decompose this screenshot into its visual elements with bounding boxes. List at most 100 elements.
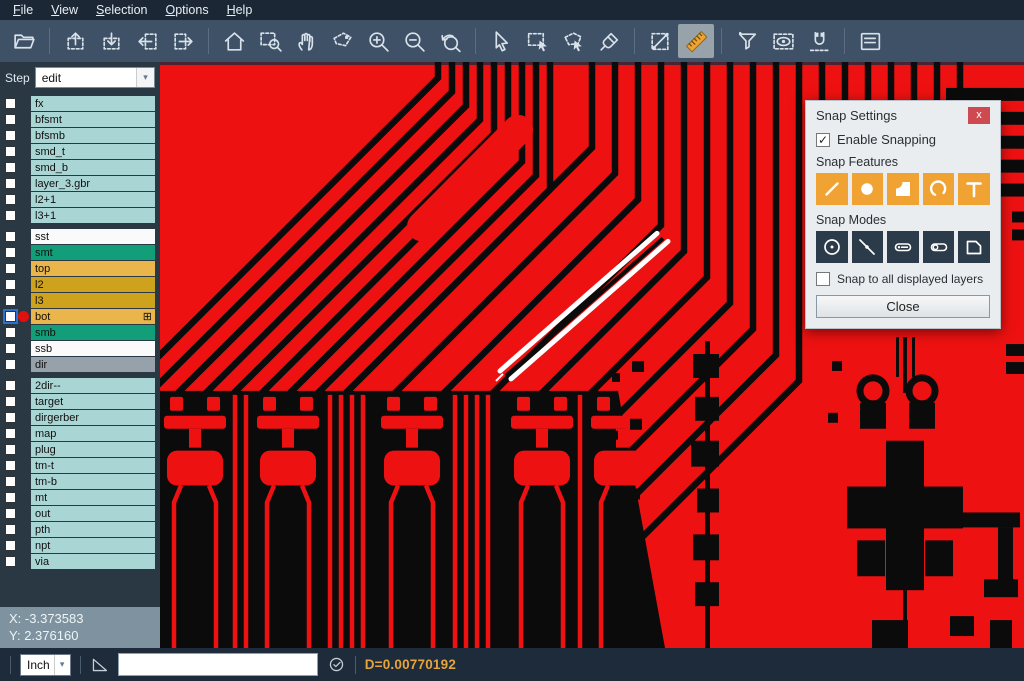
view-options-button[interactable] — [765, 24, 801, 58]
snap-feature-text-button[interactable] — [958, 173, 990, 205]
layer-label[interactable]: smd_t — [31, 144, 155, 159]
layer-label[interactable]: layer_3.gbr — [31, 176, 155, 191]
home-view-button[interactable] — [216, 24, 252, 58]
layer-row-out[interactable]: out — [0, 506, 160, 521]
layer-form-button[interactable] — [852, 24, 888, 58]
layer-label[interactable]: out — [31, 506, 155, 521]
snap-feature-line-button[interactable] — [816, 173, 848, 205]
layer-visibility-checkbox[interactable] — [5, 279, 16, 290]
layer-label[interactable]: via — [31, 554, 155, 569]
layer-visibility-checkbox[interactable] — [5, 380, 16, 391]
layer-row-l3+1[interactable]: l3+1 — [0, 208, 160, 223]
layer-visibility-checkbox[interactable] — [5, 540, 16, 551]
layer-row-bfsmb[interactable]: bfsmb — [0, 128, 160, 143]
layer-visibility-checkbox[interactable] — [5, 343, 16, 354]
layer-label[interactable]: l3 — [31, 293, 155, 308]
snap-feature-arc-button[interactable] — [923, 173, 955, 205]
close-button[interactable]: Close — [816, 295, 990, 318]
layer-visibility-checkbox[interactable] — [5, 460, 16, 471]
menu-help[interactable]: Help — [218, 0, 262, 20]
layer-visibility-checkbox[interactable] — [5, 492, 16, 503]
sync-check-icon[interactable] — [327, 655, 346, 674]
layer-label[interactable]: dir — [31, 357, 155, 372]
layer-label[interactable]: top — [31, 261, 155, 276]
layer-row-bfsmt[interactable]: bfsmt — [0, 112, 160, 127]
layer-label[interactable]: mt — [31, 490, 155, 505]
layer-row-plug[interactable]: plug — [0, 442, 160, 457]
layer-label[interactable]: bfsmt — [31, 112, 155, 127]
layer-row-dirgerber[interactable]: dirgerber — [0, 410, 160, 425]
layer-label[interactable]: ssb — [31, 341, 155, 356]
layer-label[interactable]: bot⊞ — [31, 309, 155, 324]
polygon-select-button[interactable] — [555, 24, 591, 58]
zoom-window-button[interactable] — [252, 24, 288, 58]
import-down-button[interactable] — [93, 24, 129, 58]
snap-feature-surface-button[interactable] — [887, 173, 919, 205]
layer-row-l2+1[interactable]: l2+1 — [0, 192, 160, 207]
command-input[interactable] — [118, 653, 318, 676]
snap-button[interactable] — [801, 24, 837, 58]
layer-visibility-checkbox[interactable] — [5, 412, 16, 423]
import-right-button[interactable] — [165, 24, 201, 58]
layer-visibility-checkbox[interactable] — [5, 524, 16, 535]
layer-label[interactable]: map — [31, 426, 155, 441]
layer-visibility-checkbox[interactable] — [5, 114, 16, 125]
layer-row-l2[interactable]: l2 — [0, 277, 160, 292]
layer-row-npt[interactable]: npt — [0, 538, 160, 553]
chevron-down-icon[interactable]: ▾ — [54, 655, 70, 675]
layer-visibility-checkbox[interactable] — [5, 508, 16, 519]
snap-all-layers-checkbox[interactable]: Snap to all displayed layers — [816, 272, 990, 286]
layer-row-top[interactable]: top — [0, 261, 160, 276]
layer-row-2dir--[interactable]: 2dir-- — [0, 378, 160, 393]
layer-visibility-checkbox[interactable] — [5, 428, 16, 439]
layer-label[interactable]: dirgerber — [31, 410, 155, 425]
menu-selection[interactable]: Selection — [87, 0, 156, 20]
layer-label[interactable]: l2 — [31, 277, 155, 292]
layer-row-tm-t[interactable]: tm-t — [0, 458, 160, 473]
zoom-previous-button[interactable] — [432, 24, 468, 58]
enable-snapping-checkbox[interactable]: ✓ Enable Snapping — [816, 132, 990, 147]
layer-row-bot[interactable]: bot⊞ — [0, 309, 160, 324]
layer-visibility-checkbox[interactable] — [5, 311, 16, 322]
layer-visibility-checkbox[interactable] — [5, 476, 16, 487]
layer-visibility-checkbox[interactable] — [5, 130, 16, 141]
dialog-close-icon[interactable]: x — [968, 107, 990, 124]
layer-visibility-checkbox[interactable] — [5, 98, 16, 109]
layer-row-target[interactable]: target — [0, 394, 160, 409]
import-left-button[interactable] — [129, 24, 165, 58]
layer-label[interactable]: plug — [31, 442, 155, 457]
layer-label[interactable]: smb — [31, 325, 155, 340]
layer-label[interactable]: target — [31, 394, 155, 409]
snap-mode-slot-horizontal-button[interactable] — [887, 231, 919, 263]
layer-visibility-checkbox[interactable] — [5, 146, 16, 157]
brush-button[interactable] — [591, 24, 627, 58]
open-file-button[interactable] — [6, 24, 42, 58]
checkbox-unchecked-icon[interactable] — [816, 272, 830, 286]
layer-visibility-checkbox[interactable] — [5, 359, 16, 370]
snap-feature-pad-button[interactable] — [852, 173, 884, 205]
snap-mode-midpoint-button[interactable] — [852, 231, 884, 263]
menu-view[interactable]: View — [42, 0, 87, 20]
layer-row-smb[interactable]: smb — [0, 325, 160, 340]
layer-label[interactable]: tm-b — [31, 474, 155, 489]
layer-label[interactable]: tm-t — [31, 458, 155, 473]
layer-label[interactable]: bfsmb — [31, 128, 155, 143]
layer-label[interactable]: fx — [31, 96, 155, 111]
layer-row-smd_t[interactable]: smd_t — [0, 144, 160, 159]
layer-row-l3[interactable]: l3 — [0, 293, 160, 308]
layer-label[interactable]: smd_b — [31, 160, 155, 175]
checkbox-checked-icon[interactable]: ✓ — [816, 133, 830, 147]
layer-row-pth[interactable]: pth — [0, 522, 160, 537]
zoom-polygon-button[interactable] — [324, 24, 360, 58]
layer-row-map[interactable]: map — [0, 426, 160, 441]
chevron-down-icon[interactable]: ▾ — [136, 68, 154, 87]
layer-row-mt[interactable]: mt — [0, 490, 160, 505]
unit-select[interactable]: Inch ▾ — [20, 654, 71, 676]
import-up-button[interactable] — [57, 24, 93, 58]
layer-label[interactable]: pth — [31, 522, 155, 537]
pan-button[interactable] — [288, 24, 324, 58]
snap-mode-center-button[interactable] — [816, 231, 848, 263]
snap-mode-slot-button[interactable] — [923, 231, 955, 263]
layer-visibility-checkbox[interactable] — [5, 210, 16, 221]
layer-label[interactable]: npt — [31, 538, 155, 553]
